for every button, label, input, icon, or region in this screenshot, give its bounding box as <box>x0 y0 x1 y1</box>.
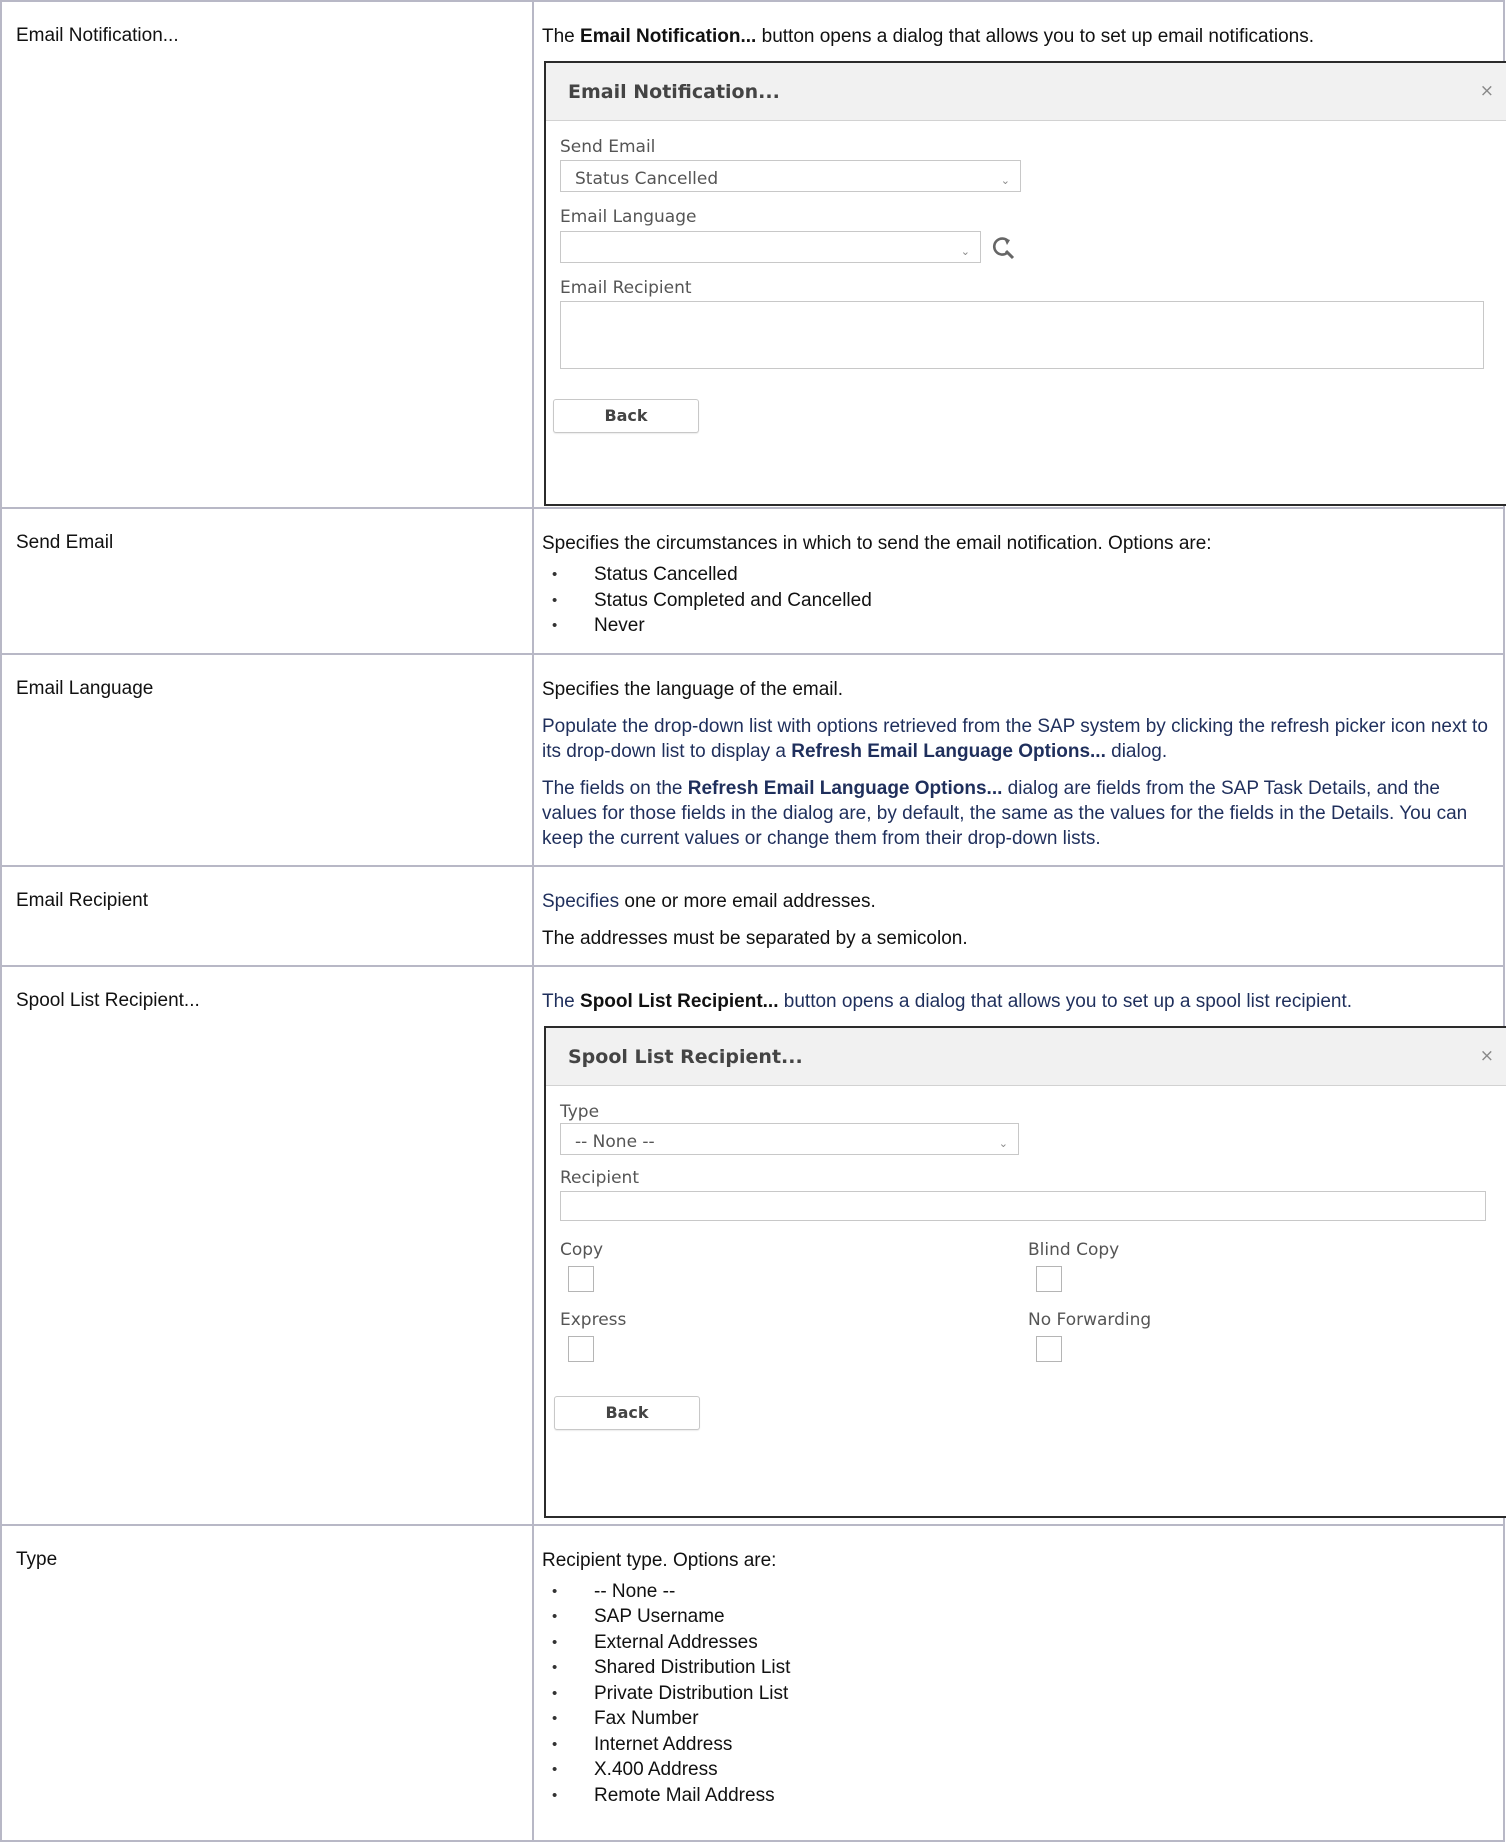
email-language-label: Email Language <box>560 207 697 227</box>
no-forwarding-label: No Forwarding <box>1028 1309 1152 1330</box>
dialog-header: Email Notification... × <box>546 63 1506 121</box>
back-button[interactable]: Back <box>554 1395 700 1430</box>
send-email-label: Send Email <box>560 137 656 157</box>
no-forwarding-checkbox[interactable] <box>1036 1335 1062 1362</box>
close-icon[interactable]: × <box>1480 1044 1494 1068</box>
row-description: Specifies the language of the email. <box>542 678 844 700</box>
refresh-picker-icon[interactable] <box>990 234 1016 260</box>
table-row: Email Recipient Specifies one or more em… <box>0 864 1505 967</box>
chevron-down-icon: ⌄ <box>960 245 970 258</box>
row-description: Recipient type. Options are: <box>542 1549 777 1571</box>
chevron-down-icon: ⌄ <box>1000 174 1010 187</box>
back-button[interactable]: Back <box>553 399 699 433</box>
row-description: Specifies the circumstances in which to … <box>542 533 1212 554</box>
close-icon[interactable]: × <box>1480 79 1494 103</box>
copy-checkbox[interactable] <box>568 1265 594 1292</box>
list-item: External Addresses <box>552 1630 1493 1656</box>
row-description: The Email Notification... button opens a… <box>542 26 1315 47</box>
recipient-input[interactable] <box>560 1190 1486 1221</box>
type-select[interactable]: -- None -- ⌄ <box>560 1122 1019 1155</box>
send-email-select[interactable]: Status Cancelled ⌄ <box>560 160 1021 192</box>
list-item: Private Distribution List <box>552 1681 1493 1707</box>
recipient-label: Recipient <box>560 1167 639 1188</box>
table-row: Email Notification... The Email Notifica… <box>0 0 1506 509</box>
list-item: X.400 Address <box>552 1757 1493 1783</box>
dialog-title: Email Notification... <box>568 81 780 103</box>
copy-label: Copy <box>560 1239 604 1260</box>
list-item: Remote Mail Address <box>552 1783 1493 1809</box>
row-term: Email Language <box>16 677 154 699</box>
row-term: Send Email <box>16 532 114 553</box>
express-checkbox[interactable] <box>568 1335 594 1362</box>
table-row: Send Email Specifies the circumstances i… <box>0 507 1505 655</box>
table-row: Spool List Recipient... The Spool List R… <box>0 964 1506 1526</box>
send-email-options-list: Status Cancelled Status Completed and Ca… <box>542 562 1493 639</box>
email-notification-dialog: Email Notification... × Send Email Statu… <box>544 61 1506 506</box>
list-item: -- None -- <box>552 1579 1493 1605</box>
blind-copy-label: Blind Copy <box>1028 1239 1120 1260</box>
list-item: Status Completed and Cancelled <box>552 588 1493 614</box>
email-recipient-input[interactable] <box>560 301 1484 369</box>
row-term: Type <box>16 1548 58 1570</box>
email-recipient-label: Email Recipient <box>560 278 692 298</box>
chevron-down-icon: ⌄ <box>998 1136 1008 1150</box>
row-description: The fields on the Refresh Email Language… <box>542 777 1468 849</box>
row-description: The addresses must be separated by a sem… <box>542 927 968 949</box>
row-term: Email Notification... <box>16 25 179 46</box>
row-description: The Spool List Recipient... button opens… <box>542 990 1353 1012</box>
list-item: Fax Number <box>552 1706 1493 1732</box>
dialog-title: Spool List Recipient... <box>568 1045 803 1068</box>
row-term: Email Recipient <box>16 889 148 911</box>
email-language-select[interactable]: ⌄ <box>560 231 981 263</box>
list-item: Status Cancelled <box>552 562 1493 588</box>
list-item: Never <box>552 613 1493 639</box>
list-item: SAP Username <box>552 1604 1493 1630</box>
row-term: Spool List Recipient... <box>16 989 200 1011</box>
express-label: Express <box>560 1309 627 1330</box>
list-item: Internet Address <box>552 1732 1493 1758</box>
dialog-header: Spool List Recipient... × <box>546 1027 1506 1086</box>
row-description: Populate the drop-down list with options… <box>542 715 1488 762</box>
table-row: Type Recipient type. Options are: -- Non… <box>0 1523 1505 1842</box>
options-table: Email Notification... The Email Notifica… <box>0 0 1506 1842</box>
blind-copy-checkbox[interactable] <box>1036 1265 1062 1292</box>
list-item: Shared Distribution List <box>552 1655 1493 1681</box>
spool-list-recipient-dialog: Spool List Recipient... × Type -- None -… <box>544 1025 1506 1518</box>
type-options-list: -- None -- SAP Username External Address… <box>542 1579 1493 1809</box>
row-description: Specifies one or more email addresses. <box>542 890 876 912</box>
type-label: Type <box>560 1101 600 1122</box>
table-row: Email Language Specifies the language of… <box>0 652 1505 867</box>
